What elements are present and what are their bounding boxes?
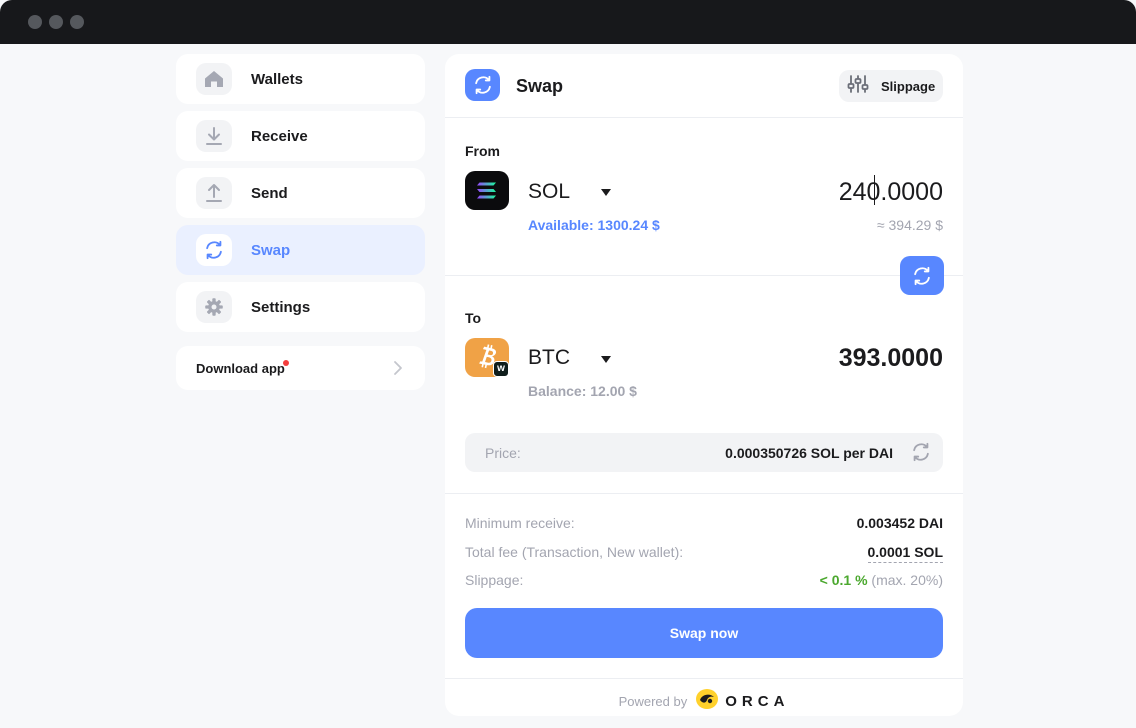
- page-title: Swap: [516, 76, 564, 96]
- sidebar-item-label: Receive: [251, 127, 308, 145]
- price-box: Price: 0.000350726 SOL per DAI: [465, 433, 943, 472]
- to-label: To: [465, 310, 482, 326]
- app-window: Wallets Receive Send Swap Settings Downl…: [0, 44, 1136, 728]
- gear-icon: [196, 291, 232, 323]
- window-close-dot[interactable]: [28, 15, 42, 29]
- swap-now-button[interactable]: Swap now: [465, 608, 943, 658]
- download-app-button[interactable]: Download app: [176, 346, 425, 390]
- price-value: 0.000350726 SOL per DAI: [725, 445, 893, 461]
- download-icon: [196, 120, 232, 152]
- window-maximize-dot[interactable]: [70, 15, 84, 29]
- sidebar-item-wallets[interactable]: Wallets: [176, 54, 425, 104]
- divider: [445, 117, 963, 118]
- slippage-max: (max. 20%): [871, 572, 943, 588]
- min-receive-label: Minimum receive:: [465, 515, 575, 531]
- orca-brand: ORCA: [725, 693, 790, 710]
- total-fee-label: Total fee (Transaction, New wallet):: [465, 544, 684, 560]
- to-token-name: BTC: [528, 346, 570, 369]
- sidebar-item-settings[interactable]: Settings: [176, 282, 425, 332]
- home-icon: [196, 63, 232, 95]
- slippage-row-value: < 0.1 % (max. 20%): [820, 572, 943, 588]
- to-amount: 393.0000: [838, 344, 943, 372]
- text-cursor: [874, 175, 875, 205]
- to-balance: Balance: 12.00 $: [528, 383, 637, 399]
- total-fee-value[interactable]: 0.0001 SOL: [867, 544, 943, 563]
- window-minimize-dot[interactable]: [49, 15, 63, 29]
- btc-token-icon: w: [465, 338, 509, 377]
- price-label: Price:: [485, 445, 521, 461]
- swap-icon: [196, 234, 232, 266]
- swap-header-icon: [465, 69, 500, 101]
- orca-logo-icon: [695, 688, 719, 715]
- swap-panel: Swap Slippage From SOL Available: 130: [445, 54, 963, 716]
- from-fiat-estimate: ≈ 394.29 $: [876, 217, 943, 233]
- from-label: From: [465, 143, 500, 159]
- reverse-tokens-button[interactable]: [900, 256, 944, 295]
- swap-icon: [914, 266, 930, 285]
- caret-down-icon[interactable]: [600, 185, 612, 203]
- sliders-icon: [847, 74, 869, 99]
- caret-down-icon[interactable]: [600, 352, 612, 370]
- slippage-button[interactable]: Slippage: [839, 70, 943, 102]
- slippage-label: Slippage: [881, 78, 936, 94]
- powered-by: Powered by ORCA: [445, 688, 963, 715]
- window-titlebar: [0, 0, 1136, 44]
- sol-token-icon: [465, 171, 509, 210]
- download-app-label: Download app: [196, 361, 285, 376]
- slippage-row-label: Slippage:: [465, 572, 524, 588]
- slippage-value: < 0.1 %: [819, 572, 868, 588]
- upload-icon: [196, 177, 232, 209]
- sidebar-item-label: Wallets: [251, 70, 303, 88]
- divider: [445, 678, 963, 679]
- from-amount-wrapper: [743, 178, 943, 207]
- sidebar-item-receive[interactable]: Receive: [176, 111, 425, 161]
- sidebar-item-send[interactable]: Send: [176, 168, 425, 218]
- powered-by-text: Powered by: [618, 694, 688, 709]
- divider: [445, 275, 963, 276]
- sidebar-item-swap[interactable]: Swap: [176, 225, 425, 275]
- notification-dot: [283, 360, 289, 366]
- from-token-name: SOL: [528, 180, 571, 203]
- wallet-badge: w: [493, 361, 509, 377]
- available-balance: Available: 1300.24 $: [528, 217, 660, 233]
- chevron-right-icon: [393, 360, 403, 381]
- min-receive-value: 0.003452 DAI: [856, 515, 943, 531]
- refresh-icon[interactable]: [910, 441, 932, 468]
- sidebar-item-label: Swap: [251, 241, 291, 259]
- divider: [445, 493, 963, 494]
- sidebar-item-label: Send: [251, 184, 288, 202]
- sidebar-item-label: Settings: [251, 298, 311, 316]
- from-amount-input[interactable]: [743, 178, 943, 207]
